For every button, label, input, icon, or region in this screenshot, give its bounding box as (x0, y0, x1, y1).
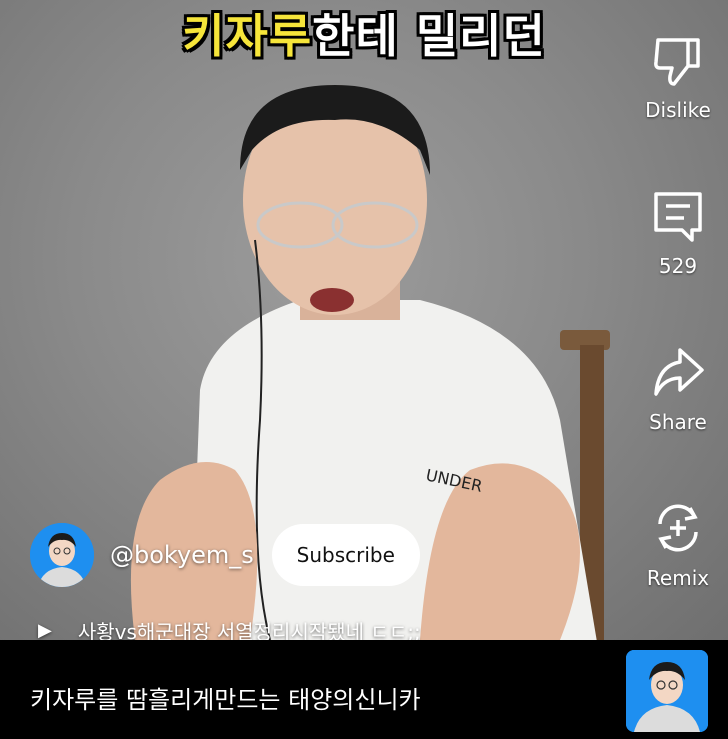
dislike-label: Dislike (645, 98, 711, 122)
remix-label: Remix (646, 566, 710, 590)
dislike-button[interactable]: Dislike (628, 32, 728, 122)
video-caption: 키자루한테 밀리던 (0, 0, 728, 66)
avatar-illustration (30, 523, 94, 587)
bottom-bar: 키자루를 땀흘리게만드는 태양의신니카 (0, 640, 728, 739)
channel-row: @bokyem_s Subscribe (30, 522, 420, 588)
play-icon: ▶ (38, 620, 52, 641)
video-title[interactable]: 키자루를 땀흘리게만드는 태양의신니카 (30, 680, 421, 715)
shorts-player: UNDER 키자루한테 밀리던 Dislike 529 Share Remix … (0, 0, 728, 739)
channel-avatar[interactable] (30, 523, 94, 587)
comment-icon (654, 192, 702, 242)
channel-thumbnail[interactable] (626, 650, 708, 732)
thumbnail-illustration (626, 650, 708, 732)
share-label: Share (649, 410, 707, 434)
share-button[interactable]: Share (628, 344, 728, 434)
remix-button[interactable]: Remix (628, 500, 728, 590)
comments-count: 529 (658, 254, 698, 278)
share-icon (654, 348, 704, 396)
caption-rest: 한테 밀리던 (312, 9, 546, 63)
thumbs-down-icon (654, 38, 700, 86)
remix-icon (658, 504, 698, 552)
subscribe-button[interactable]: Subscribe (271, 524, 420, 586)
channel-handle[interactable]: @bokyem_s (110, 541, 254, 569)
caption-highlight: 키자루 (182, 9, 313, 63)
comments-button[interactable]: 529 (628, 188, 728, 278)
